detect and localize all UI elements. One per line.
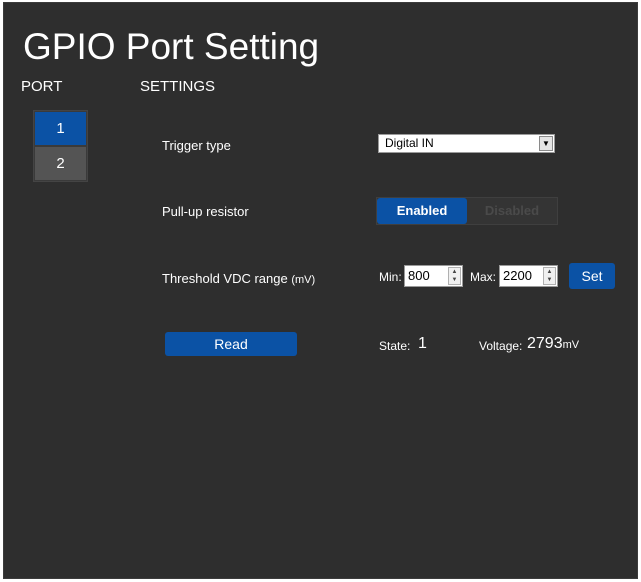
voltage-readout: 2793mV bbox=[527, 335, 579, 353]
threshold-label-text: Threshold VDC range bbox=[162, 271, 288, 286]
stepper-up-icon[interactable]: ▲ bbox=[449, 268, 460, 276]
settings-column-header: SETTINGS bbox=[140, 78, 216, 95]
trigger-type-value: Digital IN bbox=[385, 136, 434, 150]
port-2-button[interactable]: 2 bbox=[35, 147, 86, 180]
pullup-resistor-label: Pull-up resistor bbox=[162, 204, 249, 219]
max-stepper[interactable]: 2200 ▲ ▼ bbox=[499, 265, 558, 287]
state-label: State: bbox=[379, 339, 411, 353]
voltage-unit: mV bbox=[562, 339, 580, 351]
stepper-down-icon[interactable]: ▼ bbox=[544, 276, 555, 284]
pullup-enabled-button[interactable]: Enabled bbox=[377, 198, 467, 224]
max-stepper-buttons[interactable]: ▲ ▼ bbox=[543, 267, 556, 285]
port-list: 1 2 bbox=[33, 110, 88, 182]
read-button[interactable]: Read bbox=[165, 332, 297, 356]
threshold-unit-label: (mV) bbox=[291, 274, 316, 286]
page-title: GPIO Port Setting bbox=[23, 26, 320, 67]
min-stepper-buttons[interactable]: ▲ ▼ bbox=[448, 267, 461, 285]
set-button[interactable]: Set bbox=[569, 263, 615, 289]
max-value: 2200 bbox=[503, 268, 532, 283]
pullup-toggle: Enabled Disabled bbox=[376, 197, 558, 225]
state-value: 1 bbox=[418, 335, 427, 352]
min-label: Min: bbox=[379, 270, 402, 284]
threshold-label: Threshold VDC range (mV) bbox=[162, 271, 315, 286]
max-label: Max: bbox=[470, 270, 497, 284]
port-column-header: PORT bbox=[21, 78, 63, 95]
gpio-panel: GPIO Port Setting PORT SETTINGS bbox=[3, 2, 638, 579]
voltage-value: 2793 bbox=[527, 335, 563, 352]
stepper-down-icon[interactable]: ▼ bbox=[449, 276, 460, 284]
min-stepper[interactable]: 800 ▲ ▼ bbox=[404, 265, 463, 287]
chevron-down-icon[interactable]: ▼ bbox=[539, 136, 553, 151]
port-1-button[interactable]: 1 bbox=[35, 112, 86, 145]
trigger-type-select[interactable]: Digital IN ▼ bbox=[378, 134, 555, 153]
pullup-disabled-button[interactable]: Disabled bbox=[467, 198, 557, 224]
trigger-type-label: Trigger type bbox=[162, 138, 231, 153]
stepper-up-icon[interactable]: ▲ bbox=[544, 268, 555, 276]
voltage-label: Voltage: bbox=[479, 339, 523, 353]
min-value: 800 bbox=[408, 268, 430, 283]
